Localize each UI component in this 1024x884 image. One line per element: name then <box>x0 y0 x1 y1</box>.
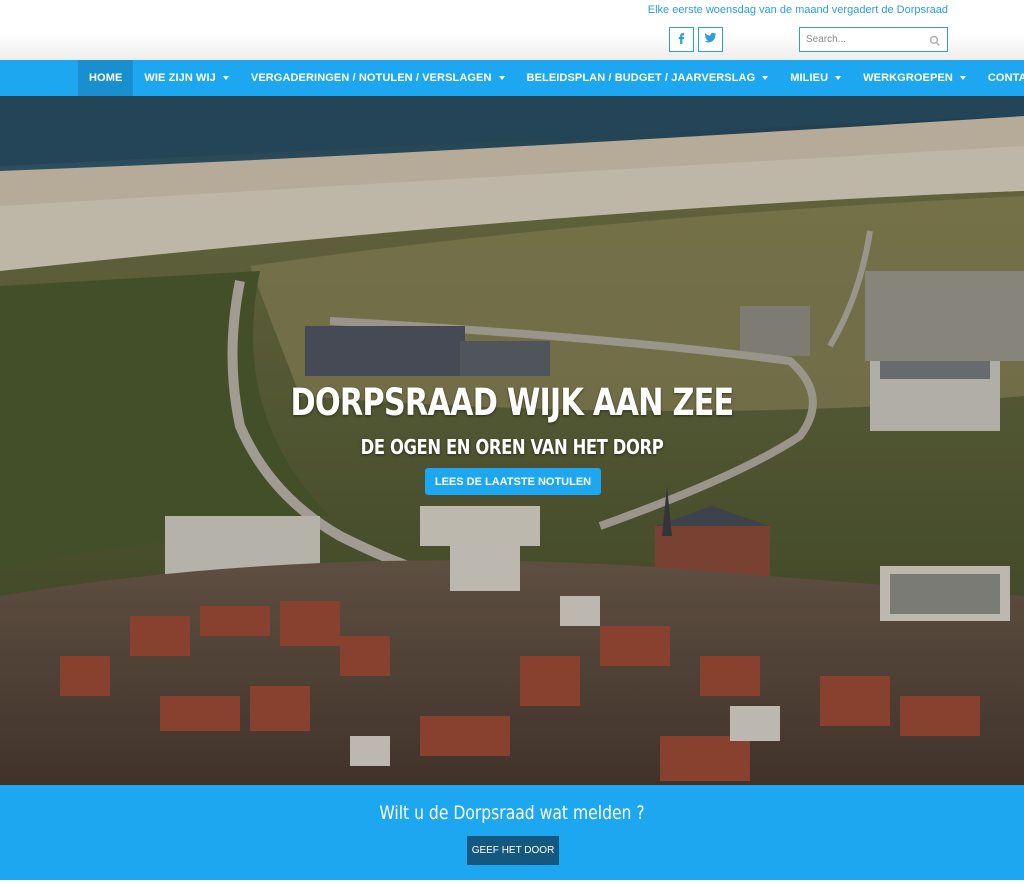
nav-item-label: VERGADERINGEN / NOTULEN / VERSLAGEN <box>250 72 492 84</box>
search-input[interactable] <box>806 34 924 45</box>
page-bottom-edge <box>0 880 1024 884</box>
main-nav: HOME WIE ZIJN WIJ VERGADERINGEN / NOTULE… <box>0 60 1024 96</box>
nav-item-vergaderingen[interactable]: VERGADERINGEN / NOTULEN / VERSLAGEN <box>240 60 516 96</box>
search-icon[interactable] <box>929 34 941 46</box>
meeting-tagline: Elke eerste woensdag van de maand vergad… <box>647 4 948 16</box>
caret-down-icon <box>222 76 229 80</box>
nav-item-contact[interactable]: CONTACT <box>977 60 1024 96</box>
caret-down-icon <box>762 76 769 80</box>
nav-item-label: HOME <box>89 72 123 84</box>
nav-item-label: CONTACT <box>987 72 1024 84</box>
twitter-link[interactable] <box>698 27 723 52</box>
hero-title: DORPSRAAD WIJK AAN ZEE <box>290 381 735 424</box>
nav-item-wie-zijn-wij[interactable]: WIE ZIJN WIJ <box>133 60 239 96</box>
twitter-icon <box>704 31 717 49</box>
nav-item-label: BELEIDSPLAN / BUDGET / JAARVERSLAG <box>526 72 756 84</box>
caret-down-icon <box>835 76 842 80</box>
read-minutes-button[interactable]: LEES DE LAATSTE NOTULEN <box>425 468 601 495</box>
facebook-link[interactable] <box>669 27 694 52</box>
hero-subtitle: DE OGEN EN OREN VAN HET DORP <box>360 435 664 459</box>
top-bar: Elke eerste woensdag van de maand vergad… <box>0 0 1024 60</box>
report-prompt: Wilt u de Dorpsraad wat melden ? <box>379 802 645 824</box>
caret-down-icon <box>959 76 966 80</box>
nav-item-label: MILIEU <box>790 72 829 84</box>
nav-item-label: WIE ZIJN WIJ <box>144 72 216 84</box>
nav-item-milieu[interactable]: MILIEU <box>779 60 852 96</box>
caret-down-icon <box>498 76 505 80</box>
search-box <box>799 27 948 52</box>
report-band: Wilt u de Dorpsraad wat melden ? GEEF HE… <box>0 785 1024 880</box>
nav-item-label: WERKGROEPEN <box>863 72 953 84</box>
facebook-icon <box>675 31 688 49</box>
report-button[interactable]: GEEF HET DOOR <box>467 836 559 865</box>
nav-item-home[interactable]: HOME <box>78 60 134 96</box>
nav-item-beleidsplan[interactable]: BELEIDSPLAN / BUDGET / JAARVERSLAG <box>516 60 780 96</box>
nav-item-werkgroepen[interactable]: WERKGROEPEN <box>852 60 977 96</box>
hero-banner: DORPSRAAD WIJK AAN ZEE DE OGEN EN OREN V… <box>0 96 1024 785</box>
